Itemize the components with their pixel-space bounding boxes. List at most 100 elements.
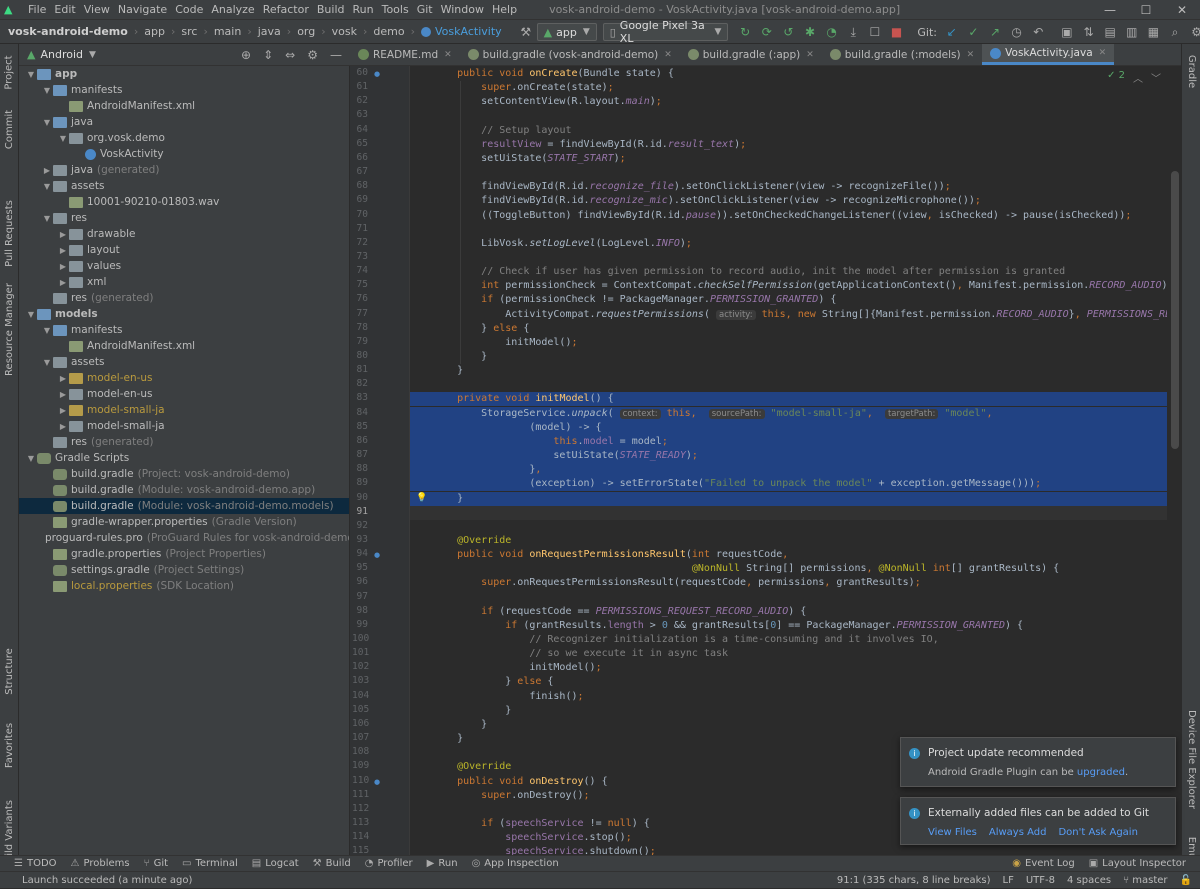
editor-tab[interactable]: VoskActivity.java ✕ (982, 44, 1115, 65)
git-commit-icon[interactable]: ✓ (964, 21, 984, 43)
breadcrumb-item[interactable]: VoskActivity (435, 25, 502, 38)
breadcrumb-item[interactable]: vosk-android-demo (8, 25, 128, 38)
left-tool-tab[interactable]: Structure (0, 644, 19, 699)
code-line[interactable] (410, 109, 1167, 123)
run-test-icon[interactable]: ☐ (865, 21, 885, 43)
code-line[interactable]: // Recognizer initialization is a time-c… (410, 633, 1167, 647)
collapsed-arrow-icon[interactable]: ▶ (57, 246, 69, 255)
tree-node[interactable]: build.gradle (Module: vosk-android-demo.a… (19, 482, 349, 498)
code-line[interactable]: finish(); (410, 690, 1167, 704)
git-update-icon[interactable]: ↙ (942, 21, 962, 43)
history-icon[interactable]: ◷ (1007, 21, 1027, 43)
close-icon[interactable]: ✕ (664, 50, 672, 60)
tree-node[interactable]: ▶ layout (19, 242, 349, 258)
right-tool-tab[interactable]: Gradle (1182, 46, 1200, 96)
tree-node[interactable]: ▼ org.vosk.demo (19, 130, 349, 146)
tool-window-button[interactable]: ▭ Terminal (182, 858, 238, 869)
tree-node[interactable]: ▶ model-en-us (19, 386, 349, 402)
gutter-override-icon[interactable]: ● (374, 70, 380, 78)
breadcrumb-item[interactable]: java (258, 25, 281, 38)
lightbulb-icon[interactable]: 💡 (416, 493, 427, 503)
menu-item[interactable]: Build (313, 3, 349, 16)
code-line[interactable]: } (410, 491, 1167, 506)
code-line[interactable] (410, 166, 1167, 180)
close-icon[interactable]: ✕ (967, 50, 975, 60)
code-line[interactable]: speechService.shutdown(); (410, 845, 1167, 855)
rollback-icon[interactable]: ↶ (1028, 21, 1048, 43)
code-line[interactable]: super.onCreate(state); (410, 81, 1167, 95)
menu-item[interactable]: Tools (378, 3, 413, 16)
tree-node[interactable]: VoskActivity (19, 146, 349, 162)
tree-node[interactable]: res (generated) (19, 290, 349, 306)
expanded-arrow-icon[interactable]: ▼ (41, 358, 53, 367)
run-icon[interactable]: ↺ (779, 21, 799, 43)
tree-node[interactable]: proguard-rules.pro (ProGuard Rules for vo… (19, 530, 349, 546)
chevron-down-icon[interactable]: ▼ (89, 50, 96, 60)
device-manager-icon[interactable]: ▣ (1057, 21, 1077, 43)
inspection-widget[interactable]: ✓ 2 ︿ ﹀ (1107, 70, 1161, 85)
avd-manager-icon[interactable]: ▤ (1100, 21, 1120, 43)
code-line[interactable]: setUiState(STATE_START); (410, 152, 1167, 166)
tree-node[interactable]: AndroidManifest.xml (19, 338, 349, 354)
hammer-icon[interactable]: ⚒ (516, 21, 536, 43)
sync-gradle-icon[interactable]: ⇅ (1079, 21, 1099, 43)
code-line[interactable]: private void initModel() { (410, 392, 1167, 407)
tool-window-button[interactable]: ◎ App Inspection (472, 858, 559, 869)
tool-window-button[interactable]: ⑂ Git (144, 858, 168, 869)
collapsed-arrow-icon[interactable]: ▶ (57, 422, 69, 431)
editor-tab[interactable]: build.gradle (:app) ✕ (680, 44, 822, 65)
tree-node[interactable]: ▼ java (19, 114, 349, 130)
code-line[interactable]: LibVosk.setLogLevel(LogLevel.INFO); (410, 237, 1167, 251)
code-line[interactable]: // Setup layout (410, 124, 1167, 138)
left-tool-tab[interactable]: Project (0, 46, 19, 98)
close-icon[interactable]: ✕ (444, 50, 452, 60)
tree-node[interactable]: ▶ xml (19, 274, 349, 290)
code-line[interactable]: (exception) -> setErrorState("Failed to … (410, 477, 1167, 492)
always-add-link[interactable]: Always Add (989, 827, 1047, 838)
status-message[interactable]: Launch succeeded (a minute ago) (22, 875, 192, 886)
code-line[interactable]: } (410, 718, 1167, 732)
apply-changes-icon[interactable]: ↻ (735, 21, 755, 43)
tree-node[interactable]: ▶ model-small-ja (19, 418, 349, 434)
file-encoding[interactable]: UTF-8 (1026, 875, 1055, 886)
expand-all-icon[interactable]: ⇔ (285, 48, 295, 62)
left-tool-tab[interactable]: Favorites (0, 709, 19, 781)
sdk-manager-icon[interactable]: ▥ (1122, 21, 1142, 43)
indent-setting[interactable]: 4 spaces (1067, 875, 1111, 886)
code-line[interactable]: if (permissionCheck != PackageManager.PE… (410, 293, 1167, 307)
editor-tab[interactable]: build.gradle (:models) ✕ (822, 44, 982, 65)
expanded-arrow-icon[interactable]: ▼ (41, 118, 53, 127)
scrollbar-thumb[interactable] (1171, 171, 1179, 449)
code-line[interactable]: ((ToggleButton) findViewById(R.id.pause)… (410, 209, 1167, 223)
apply-code-changes-icon[interactable]: ⟳ (757, 21, 777, 43)
run-config-select[interactable]: ▲ app ▼ (536, 23, 597, 41)
line-separator[interactable]: LF (1003, 875, 1014, 886)
tree-node[interactable]: local.properties (SDK Location) (19, 578, 349, 594)
gutter-override-icon[interactable]: ● (374, 551, 380, 559)
expanded-arrow-icon[interactable]: ▼ (41, 326, 53, 335)
breadcrumb-item[interactable]: vosk (332, 25, 357, 38)
tree-node[interactable]: AndroidManifest.xml (19, 98, 349, 114)
tool-window-button[interactable]: ▶ Run (427, 858, 458, 869)
tree-node[interactable]: ▶ model-small-ja (19, 402, 349, 418)
caret-position[interactable]: 91:1 (335 chars, 8 line breaks) (837, 875, 991, 886)
collapsed-arrow-icon[interactable]: ▶ (57, 390, 69, 399)
tree-node[interactable]: gradle.properties (Project Properties) (19, 546, 349, 562)
breadcrumb-item[interactable]: demo (373, 25, 404, 38)
stop-icon[interactable]: ■ (887, 21, 907, 43)
tree-node[interactable]: ▼ app (19, 66, 349, 82)
code-line[interactable]: setUiState(STATE_READY); (410, 449, 1167, 464)
tree-node[interactable]: ▼ models (19, 306, 349, 322)
tree-node[interactable]: ▶ model-en-us (19, 370, 349, 386)
gear-icon[interactable]: ⚙ (307, 48, 318, 62)
code-line[interactable]: public void onRequestPermissionsResult(i… (410, 548, 1167, 562)
project-structure-icon[interactable]: ▦ (1144, 21, 1164, 43)
hide-icon[interactable]: — (330, 48, 342, 62)
tree-node[interactable]: settings.gradle (Project Settings) (19, 562, 349, 578)
tree-node[interactable]: ▼ Gradle Scripts (19, 450, 349, 466)
code-line[interactable]: resultView = findViewById(R.id.result_te… (410, 138, 1167, 152)
tool-window-button[interactable]: ▤ Logcat (252, 858, 299, 869)
tree-node[interactable]: build.gradle (Module: vosk-android-demo.m… (19, 498, 349, 514)
dont-ask-again-link[interactable]: Don't Ask Again (1058, 827, 1137, 838)
code-line[interactable]: // Check if user has given permission to… (410, 265, 1167, 279)
